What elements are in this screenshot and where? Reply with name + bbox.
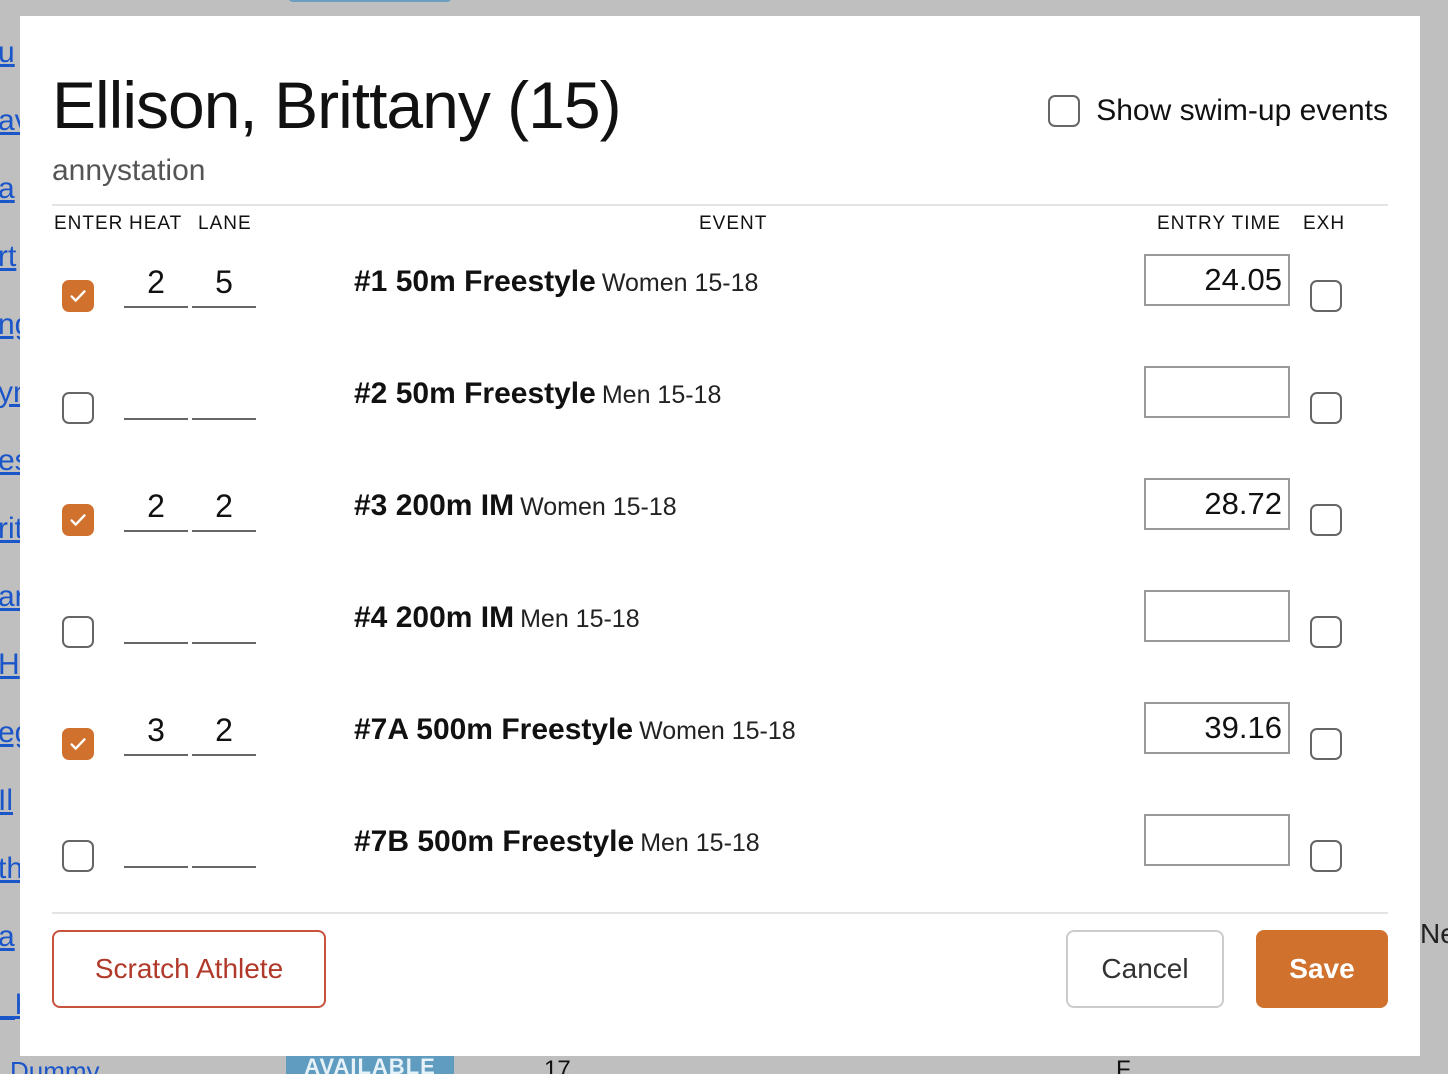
lane-input[interactable] — [192, 370, 256, 420]
entry-time-input[interactable]: 28.72 — [1144, 478, 1290, 530]
show-swimup-checkbox[interactable] — [1048, 95, 1081, 127]
background-link[interactable]: ng — [0, 310, 22, 340]
heat-input[interactable]: 2 — [124, 258, 188, 308]
enter-checkbox[interactable] — [62, 616, 94, 648]
exhibition-checkbox[interactable] — [1310, 280, 1342, 312]
background-link[interactable]: Il — [0, 786, 13, 816]
heat-input[interactable]: 3 — [124, 706, 188, 756]
event-name: #4 200m IM — [354, 601, 515, 634]
heat-input[interactable]: 2 — [124, 482, 188, 532]
background-bottom-row: Dummy AVAILABLE 17 F — [0, 1054, 1448, 1074]
enter-checkbox[interactable] — [62, 504, 94, 536]
event-label: #3 200m IM Women 15-18 — [354, 486, 677, 531]
event-name: #7A 500m Freestyle — [354, 713, 634, 746]
event-name: #2 50m Freestyle — [354, 377, 596, 410]
heat-input[interactable] — [124, 594, 188, 644]
footer-divider — [52, 912, 1388, 914]
column-header-enter: ENTER — [54, 213, 124, 234]
background-gender: F — [1116, 1056, 1131, 1074]
column-header-lane: LANE — [198, 213, 252, 234]
background-age: 17 — [544, 1056, 571, 1074]
event-name: #3 200m IM — [354, 489, 515, 522]
entry-time-input[interactable] — [1144, 814, 1290, 866]
enter-checkbox[interactable] — [62, 728, 94, 760]
event-group: Men 15-18 — [601, 381, 722, 409]
enter-checkbox[interactable] — [62, 392, 94, 424]
background-link[interactable]: rit — [0, 514, 22, 544]
background-athlete-link[interactable]: Dummy — [10, 1056, 100, 1074]
event-label: #4 200m IM Men 15-18 — [354, 598, 640, 643]
exhibition-checkbox[interactable] — [1310, 728, 1342, 760]
athlete-entry-modal: Ellison, Brittany (15) annystation Show … — [20, 16, 1420, 1056]
heat-input[interactable] — [124, 370, 188, 420]
lane-input[interactable]: 2 — [192, 706, 256, 756]
background-link[interactable]: _H — [0, 990, 22, 1020]
entry-time-input[interactable]: 39.16 — [1144, 702, 1290, 754]
entry-time-input[interactable]: 24.05 — [1144, 254, 1290, 306]
lane-input[interactable] — [192, 594, 256, 644]
event-name: #1 50m Freestyle — [354, 265, 596, 298]
background-link[interactable]: av — [0, 106, 22, 136]
cancel-button[interactable]: Cancel — [1066, 930, 1224, 1008]
background-right-text: Ne — [1420, 918, 1448, 949]
checkmark-icon — [70, 290, 86, 302]
event-label: #7B 500m Freestyle Men 15-18 — [354, 822, 760, 867]
event-group: Women 15-18 — [601, 269, 759, 297]
background-link[interactable]: a — [0, 174, 15, 204]
background-link[interactable]: eg — [0, 718, 22, 748]
background-status-badge: AVAILABLE — [286, 1054, 454, 1074]
background-link[interactable]: ar — [0, 582, 22, 612]
show-swimup-label: Show swim-up events — [1096, 94, 1388, 127]
enter-checkbox[interactable] — [62, 840, 94, 872]
background-link[interactable]: yn — [0, 378, 22, 408]
heat-input[interactable] — [124, 818, 188, 868]
show-swimup-toggle[interactable]: Show swim-up events — [1048, 94, 1388, 128]
header-divider — [52, 204, 1388, 206]
column-header-entry-time: ENTRY TIME — [1157, 213, 1282, 234]
event-group: Men 15-18 — [640, 829, 760, 857]
team-subtitle: annystation — [52, 154, 206, 187]
background-link[interactable]: a — [0, 922, 15, 952]
event-label: #7A 500m Freestyle Women 15-18 — [354, 710, 796, 755]
lane-input[interactable]: 5 — [192, 258, 256, 308]
exhibition-checkbox[interactable] — [1310, 616, 1342, 648]
background-link[interactable]: u — [0, 38, 15, 68]
exhibition-checkbox[interactable] — [1310, 504, 1342, 536]
athlete-name-title: Ellison, Brittany (15) — [52, 68, 622, 142]
background-link[interactable]: es — [0, 446, 22, 476]
background-link[interactable]: rt — [0, 242, 16, 272]
save-button[interactable]: Save — [1256, 930, 1388, 1008]
checkmark-icon — [70, 514, 86, 526]
column-header-event: EVENT — [699, 213, 768, 234]
event-group: Men 15-18 — [520, 605, 640, 633]
background-link-column: u av a rt ng yn es rit ar H eg Il th a _… — [0, 0, 22, 1074]
lane-input[interactable]: 2 — [192, 482, 256, 532]
exhibition-checkbox[interactable] — [1310, 392, 1342, 424]
event-name: #7B 500m Freestyle — [354, 825, 635, 858]
entry-time-input[interactable] — [1144, 590, 1290, 642]
event-group: Women 15-18 — [520, 493, 677, 521]
lane-input[interactable] — [192, 818, 256, 868]
event-label: #1 50m Freestyle Women 15-18 — [354, 262, 758, 307]
enter-checkbox[interactable] — [62, 280, 94, 312]
column-header-heat: HEAT — [129, 213, 183, 234]
column-header-exh: EXH — [1303, 213, 1346, 234]
background-link[interactable]: th — [0, 854, 22, 884]
background-badge-top — [288, 0, 452, 2]
event-group: Women 15-18 — [639, 717, 796, 745]
background-link[interactable]: H — [0, 650, 20, 680]
event-label: #2 50m Freestyle Men 15-18 — [354, 374, 721, 419]
exhibition-checkbox[interactable] — [1310, 840, 1342, 872]
scratch-athlete-button[interactable]: Scratch Athlete — [52, 930, 326, 1008]
entry-time-input[interactable] — [1144, 366, 1290, 418]
checkmark-icon — [70, 738, 86, 750]
